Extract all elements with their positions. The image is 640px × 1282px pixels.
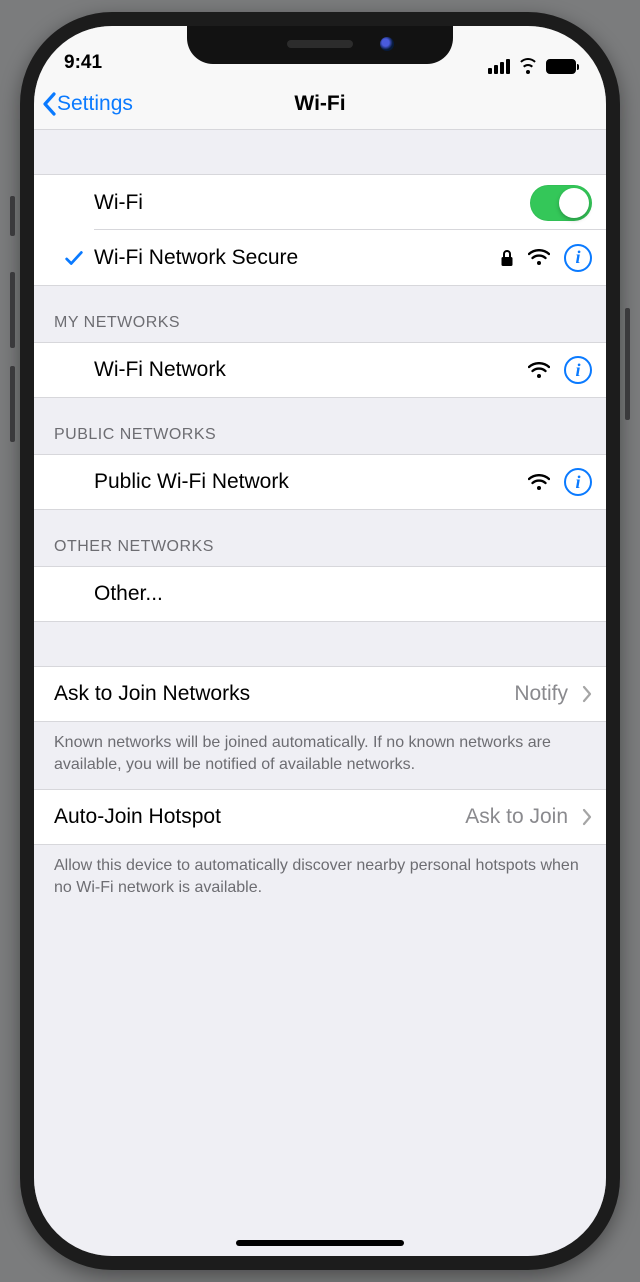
power-button: [625, 308, 630, 420]
public-network-row[interactable]: Public Wi-Fi Network i: [34, 454, 606, 510]
ask-to-join-label: Ask to Join Networks: [54, 682, 514, 706]
info-button[interactable]: i: [564, 244, 592, 272]
wifi-status-icon: [517, 58, 539, 74]
status-time: 9:41: [64, 52, 488, 74]
auto-join-value: Ask to Join: [465, 805, 568, 829]
info-button[interactable]: i: [564, 468, 592, 496]
auto-join-footer: Allow this device to automatically disco…: [34, 845, 606, 912]
auto-join-row[interactable]: Auto-Join Hotspot Ask to Join: [34, 789, 606, 845]
battery-icon: [546, 59, 576, 74]
network-name: Public Wi-Fi Network: [94, 470, 528, 494]
other-networks-header: OTHER NETWORKS: [34, 510, 606, 566]
info-button[interactable]: i: [564, 356, 592, 384]
my-network-row[interactable]: Wi-Fi Network i: [34, 342, 606, 398]
public-networks-header: PUBLIC NETWORKS: [34, 398, 606, 454]
navigation-bar: Settings Wi-Fi: [34, 78, 606, 130]
my-networks-header: MY NETWORKS: [34, 286, 606, 342]
auto-join-label: Auto-Join Hotspot: [54, 805, 465, 829]
phone-frame: 9:41 Settings Wi-Fi: [20, 12, 620, 1270]
earpiece: [287, 40, 353, 48]
wifi-toggle[interactable]: [530, 185, 592, 221]
wifi-signal-icon: [528, 474, 550, 491]
page-title: Wi-Fi: [294, 92, 345, 116]
wifi-signal-icon: [528, 249, 550, 266]
other-label: Other...: [94, 582, 592, 606]
network-name: Wi-Fi Network: [94, 358, 528, 382]
cellular-signal-icon: [488, 59, 510, 74]
ask-to-join-row[interactable]: Ask to Join Networks Notify: [34, 666, 606, 722]
status-bar: 9:41: [34, 26, 606, 78]
chevron-right-icon: [582, 685, 592, 703]
volume-up-button: [10, 272, 15, 348]
wifi-toggle-label: Wi-Fi: [94, 191, 530, 215]
checkmark-icon: [63, 247, 85, 269]
connected-network-row[interactable]: Wi-Fi Network Secure i: [34, 230, 606, 286]
home-indicator[interactable]: [236, 1240, 404, 1246]
wifi-toggle-row: Wi-Fi: [34, 174, 606, 230]
front-camera: [380, 37, 394, 51]
lock-icon: [500, 249, 514, 267]
ask-to-join-value: Notify: [514, 682, 568, 706]
back-label: Settings: [57, 92, 133, 116]
ask-to-join-footer: Known networks will be joined automatica…: [34, 722, 606, 789]
other-network-row[interactable]: Other...: [34, 566, 606, 622]
connected-network-name: Wi-Fi Network Secure: [94, 246, 500, 270]
chevron-right-icon: [582, 808, 592, 826]
back-button[interactable]: Settings: [42, 92, 133, 116]
mute-switch: [10, 196, 15, 236]
chevron-left-icon: [42, 92, 56, 116]
wifi-signal-icon: [528, 362, 550, 379]
volume-down-button: [10, 366, 15, 442]
